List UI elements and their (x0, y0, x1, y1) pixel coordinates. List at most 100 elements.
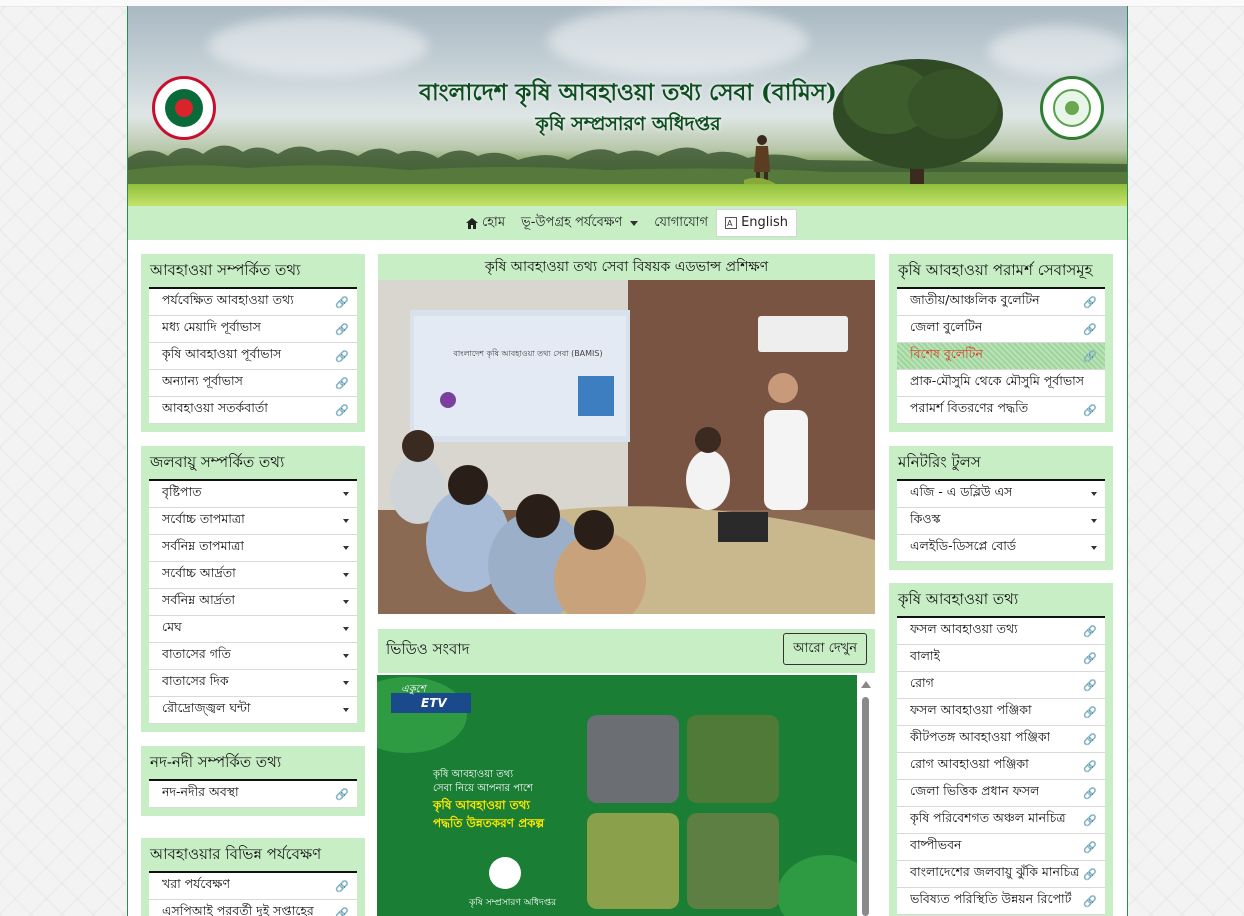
menu-item-label: এলইডি-ডিসপ্লে বোর্ড (910, 538, 1017, 553)
chevron-down-icon (343, 654, 349, 658)
panel-title: কৃষি আবহাওয়া পরামর্শ সেবাসমূহ (897, 254, 1105, 289)
link-icon: 🔗 (335, 349, 349, 363)
link-icon: 🔗 (335, 906, 349, 916)
video-player[interactable]: একুশে ETV কৃষি আবহাওয়া তথ্য সেবা নিয়ে … (377, 675, 857, 916)
video-channel: ETV (421, 696, 447, 710)
menu-item[interactable]: পরামর্শ বিতরণের পদ্ধতি 🔗 (897, 397, 1105, 424)
video-headline-2: পদ্ধতি উন্নতকরণ প্রকল্প (433, 816, 545, 830)
link-icon: 🔗 (1083, 651, 1097, 665)
panel-title: কৃষি আবহাওয়া তথ্য (897, 583, 1105, 618)
chevron-down-icon (343, 573, 349, 577)
nav-contact[interactable]: যোগাযোগ (646, 210, 716, 236)
menu-item[interactable]: জেলা বুলেটিন 🔗 (897, 316, 1105, 343)
link-icon: 🔗 (335, 376, 349, 390)
dropdown-item[interactable]: কিওস্ক (897, 508, 1105, 535)
header-banner: বাংলাদেশ কৃষি আবহাওয়া তথ্য সেবা (বামিস)… (128, 6, 1127, 206)
menu-item[interactable]: ভবিষ্যত পরিস্থিতি উন্নয়ন রিপোর্ট 🔗 (897, 888, 1105, 915)
menu-item[interactable]: রোগ 🔗 (897, 672, 1105, 699)
menu-item-label: আবহাওয়া সতর্কবার্তা (162, 400, 268, 415)
menu-item[interactable]: খরা পর্যবেক্ষণ 🔗 (149, 873, 357, 900)
link-icon: 🔗 (1083, 322, 1097, 336)
cloud (988, 26, 1127, 76)
menu-item-label: অন্যান্য পূর্বাভাস (162, 373, 243, 388)
menu-item-label: এসপিআই পরবর্তী দুই সপ্তাহের (162, 903, 314, 916)
menu-item-label: ফসল আবহাওয়া তথ্য (910, 621, 1018, 636)
agro-weather-info-panel: কৃষি আবহাওয়া তথ্য ফসল আবহাওয়া তথ্য 🔗 বা… (889, 583, 1113, 916)
link-icon: 🔗 (335, 403, 349, 417)
menu-item-label: সর্বোচ্চ আর্দ্রতা (162, 565, 236, 580)
link-icon: 🔗 (1083, 867, 1097, 881)
menu-item-label: মেঘ (162, 619, 182, 634)
menu-item[interactable]: ফসল আবহাওয়া তথ্য 🔗 (897, 618, 1105, 645)
menu-item-label: নদ-নদীর অবস্থা (162, 784, 239, 799)
menu-item-active[interactable]: বিশেষ বুলেটিন 🔗 (897, 343, 1105, 370)
panel-title: নদ-নদী সম্পর্কিত তথ্য (149, 746, 357, 781)
dropdown-item[interactable]: সর্বোচ্চ আর্দ্রতা (149, 562, 357, 589)
video-headline-1: কৃষি আবহাওয়া তথ্য (433, 798, 530, 812)
scroll-up-icon[interactable] (861, 681, 871, 688)
menu-item[interactable]: বাংলাদেশের জলবায়ু ঝুঁকি মানচিত্র 🔗 (897, 861, 1105, 888)
cloud (208, 16, 428, 76)
panel-title: আবহাওয়া সম্পর্কিত তথ্য (149, 254, 357, 289)
menu-item-label: রোগ (910, 675, 934, 690)
menu-item-label: এজি - এ ডব্লিউ এস (910, 484, 1013, 499)
climate-info-panel: জলবায়ু সম্পর্কিত তথ্য বৃষ্টিপাত সর্বোচ্… (141, 446, 365, 732)
menu-item[interactable]: আবহাওয়া সতর্কবার্তা 🔗 (149, 397, 357, 424)
svg-text:A: A (727, 219, 733, 228)
menu-item-label: বাষ্পীভবন (910, 837, 962, 852)
menu-item[interactable]: এসপিআই পরবর্তী দুই সপ্তাহের 🔗 (149, 900, 357, 916)
menu-item[interactable]: পর্যবেক্ষিত আবহাওয়া তথ্য 🔗 (149, 289, 357, 316)
dropdown-item[interactable]: সর্বনিম্ন আর্দ্রতা (149, 589, 357, 616)
menu-item[interactable]: ফসল আবহাওয়া পঞ্জিকা 🔗 (897, 699, 1105, 726)
chevron-down-icon (343, 600, 349, 604)
dropdown-item[interactable]: সর্বোচ্চ তাপমাত্রা (149, 508, 357, 535)
monitoring-tools-panel: মনিটরিং টুলস এজি - এ ডব্লিউ এস কিওস্ক এল… (889, 446, 1113, 570)
menu-item[interactable]: নদ-নদীর অবস্থা 🔗 (149, 781, 357, 808)
link-icon: 🔗 (1083, 786, 1097, 800)
menu-item[interactable]: মধ্য মেয়াদি পূর্বাভাস 🔗 (149, 316, 357, 343)
menu-item-label: ভবিষ্যত পরিস্থিতি উন্নয়ন রিপোর্ট (910, 891, 1072, 906)
panel-title: জলবায়ু সম্পর্কিত তথ্য (149, 446, 357, 481)
nav-satellite-dropdown[interactable]: ভূ-উপগ্রহ পর্যবেক্ষণ (513, 210, 646, 236)
menu-item[interactable]: প্রাক-মৌসুমি থেকে মৌসুমি পূর্বাভাস (897, 370, 1105, 397)
menu-item[interactable]: কৃষি পরিবেশগত অঞ্চল মানচিত্র 🔗 (897, 807, 1105, 834)
see-more-button[interactable]: আরো দেখুন (783, 633, 867, 665)
link-icon: 🔗 (335, 295, 349, 309)
menu-item[interactable]: জাতীয়/আঞ্চলিক বুলেটিন 🔗 (897, 289, 1105, 316)
menu-item-label: কৃষি পরিবেশগত অঞ্চল মানচিত্র (910, 810, 1066, 825)
dropdown-item[interactable]: রৌদ্রোজ্জ্বল ঘন্টা (149, 697, 357, 724)
link-icon: 🔗 (1083, 759, 1097, 773)
dropdown-item[interactable]: সর্বনিম্ন তাপমাত্রা (149, 535, 357, 562)
menu-item[interactable]: কৃষি আবহাওয়া পূর্বাভাস 🔗 (149, 343, 357, 370)
dropdown-item[interactable]: বৃষ্টিপাত (149, 481, 357, 508)
link-icon: 🔗 (335, 322, 349, 336)
menu-item[interactable]: অন্যান্য পূর্বাভাস 🔗 (149, 370, 357, 397)
nav-home-label: হোম (481, 215, 506, 230)
link-icon: 🔗 (1083, 678, 1097, 692)
video-news-header: ভিডিও সংবাদ আরো দেখুন (378, 629, 875, 673)
menu-item-label: বাতাসের দিক (162, 673, 229, 688)
menu-item-label: কিওস্ক (910, 511, 941, 526)
training-photo[interactable] (378, 280, 875, 614)
video-scrollbar[interactable] (857, 675, 875, 916)
nav-home[interactable]: হোম (458, 210, 513, 236)
menu-item[interactable]: বালাই 🔗 (897, 645, 1105, 672)
dropdown-item[interactable]: বাতাসের দিক (149, 670, 357, 697)
dropdown-item[interactable]: এলইডি-ডিসপ্লে বোর্ড (897, 535, 1105, 562)
menu-item[interactable]: বাষ্পীভবন 🔗 (897, 834, 1105, 861)
dropdown-item[interactable]: মেঘ (149, 616, 357, 643)
panel-title: মনিটরিং টুলস (897, 446, 1105, 481)
dropdown-item[interactable]: এজি - এ ডব্লিউ এস (897, 481, 1105, 508)
menu-item-label: রৌদ্রোজ্জ্বল ঘন্টা (162, 700, 251, 715)
language-label: English (741, 215, 789, 230)
slide-title: বাংলাদেশ কৃষি আবহাওয়া তথ্য সেবা (BAMIS) (453, 349, 603, 358)
menu-item[interactable]: জেলা ভিত্তিক প্রধান ফসল 🔗 (897, 780, 1105, 807)
menu-item[interactable]: কীটপতঙ্গ আবহাওয়া পঞ্জিকা 🔗 (897, 726, 1105, 753)
dropdown-item[interactable]: বাতাসের গতি (149, 643, 357, 670)
menu-item-label: কৃষি আবহাওয়া পূর্বাভাস (162, 346, 282, 361)
scrollbar-thumb[interactable] (862, 697, 869, 916)
link-icon: 🔗 (1083, 840, 1097, 854)
menu-item-label: জাতীয়/আঞ্চলিক বুলেটিন (910, 292, 1040, 307)
menu-item[interactable]: রোগ আবহাওয়া পঞ্জিকা 🔗 (897, 753, 1105, 780)
language-switch[interactable]: A English (716, 209, 798, 237)
